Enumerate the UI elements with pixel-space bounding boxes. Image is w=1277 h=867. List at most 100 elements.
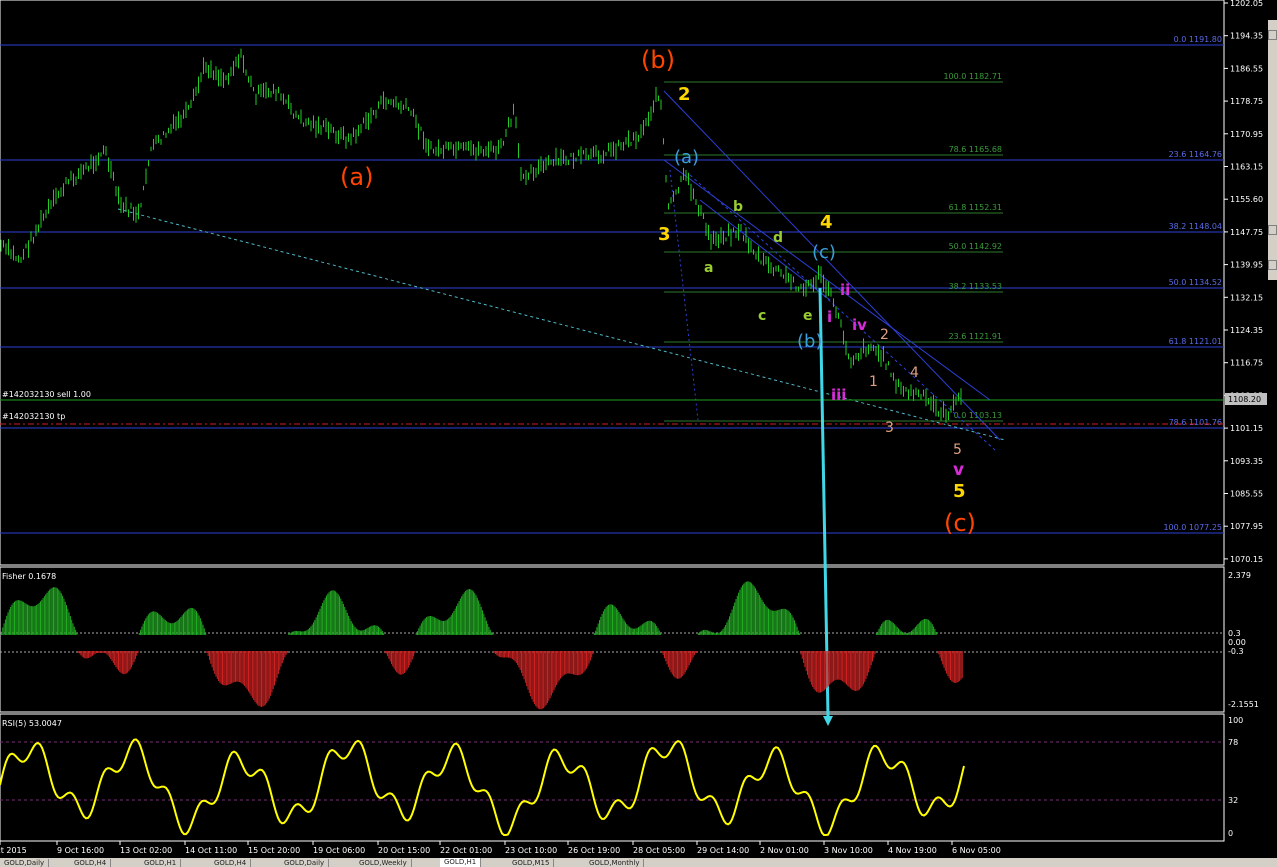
chart-tab-active[interactable]: GOLD,H1 [440, 858, 482, 867]
shift-button[interactable] [1268, 30, 1277, 40]
chart-tab[interactable]: GOLD,Monthly [585, 859, 645, 867]
fisher-bar [696, 651, 698, 653]
fisher-bar [51, 587, 53, 635]
fisher-bar [602, 611, 604, 635]
price-tick: 1139.95 [1230, 261, 1263, 270]
time-tick: 3 Nov 10:00 [824, 846, 873, 855]
fisher-bar [245, 651, 247, 688]
fisher-bar [296, 630, 298, 635]
fisher-bar [128, 651, 130, 672]
fisher-bar [454, 608, 456, 635]
fisher-bar [654, 624, 656, 635]
fisher-bar [77, 651, 79, 653]
fib-green-label: 61.8 1152.31 [949, 203, 1002, 212]
fisher-bar [71, 619, 73, 635]
fisher-bar [521, 651, 522, 673]
fisher-bar [15, 600, 17, 635]
fisher-bar [608, 604, 610, 635]
fisher-bar [788, 611, 790, 635]
fisher-bar [251, 651, 253, 698]
fisher-bar [160, 616, 162, 635]
fisher-bar [918, 622, 920, 635]
fisher-bar [849, 651, 851, 689]
fisher-bar [387, 651, 389, 657]
chart-tab[interactable]: GOLD,Weekly [355, 859, 412, 867]
shift-button[interactable] [1268, 225, 1277, 235]
wave-label-iii: iii [831, 386, 846, 404]
fisher-bar [899, 629, 901, 635]
fisher-bar [891, 621, 893, 635]
fisher-bar [153, 611, 155, 635]
fisher-bar [158, 613, 160, 635]
chart-tab[interactable]: GOLD,M15 [508, 859, 555, 867]
chart-tab[interactable]: GOLD,Daily [280, 859, 330, 867]
fisher-bar [860, 651, 862, 689]
fisher-bar [407, 651, 409, 668]
fisher-bar [258, 651, 260, 706]
fisher-bar [929, 620, 931, 635]
fisher-bar [287, 651, 288, 653]
fisher-bar [729, 616, 730, 635]
price-tick: 1124.35 [1230, 326, 1263, 335]
fisher-bar [799, 633, 801, 635]
fisher-bar [314, 620, 316, 635]
fisher-bar [946, 651, 948, 674]
time-tick: 13 Oct 02:00 [120, 846, 172, 855]
fisher-bar [350, 621, 352, 635]
fisher-bar [864, 651, 866, 682]
fisher-bar [59, 591, 61, 635]
wave-label-c-major: (c) [944, 509, 976, 537]
price-tick: 1085.55 [1230, 490, 1263, 499]
fisher-bar [748, 581, 750, 635]
fisher-bar [586, 651, 587, 669]
fisher-bar [838, 651, 840, 680]
fisher-bar [34, 605, 36, 635]
fisher-bar [726, 622, 728, 635]
chart-tab[interactable]: GOLD,H1 [140, 859, 182, 867]
fisher-bar [166, 621, 168, 635]
fisher-bar [830, 651, 832, 684]
fisher-bar [92, 651, 93, 656]
fisher-bar [716, 633, 717, 635]
fisher-bar [610, 604, 612, 635]
fisher-bar [456, 606, 457, 635]
fisher-bar [266, 651, 268, 704]
fisher-bar [383, 632, 385, 635]
fisher-bar [94, 651, 96, 654]
fisher-bar [545, 651, 547, 706]
fisher-bar [140, 629, 142, 635]
chart-tab[interactable]: GOLD,H4 [210, 859, 252, 867]
fisher-bar [782, 608, 784, 635]
fisher-bar [955, 651, 957, 683]
fisher-bar [752, 584, 754, 635]
fisher-bar [132, 651, 134, 665]
fisher-bar [757, 592, 759, 635]
shift-button[interactable] [1268, 260, 1277, 270]
fisher-bar [375, 625, 377, 635]
fisher-bar [62, 595, 64, 635]
time-tick: 28 Oct 05:00 [633, 846, 685, 855]
chart-tab[interactable]: GOLD,H4 [70, 859, 112, 867]
fisher-bar [465, 590, 467, 635]
fisher-bar [690, 651, 691, 663]
fisher-bar [852, 651, 854, 691]
fisher-bar [888, 620, 890, 635]
fisher-bar [614, 606, 616, 635]
fisher-bar [196, 611, 197, 635]
fisher-bar [599, 620, 600, 635]
fisher-bar [791, 615, 793, 635]
fisher-bar [504, 651, 506, 658]
fisher-bar [588, 651, 590, 664]
fisher-bar [428, 616, 430, 635]
fisher-bar [688, 651, 690, 666]
fisher-bar [511, 651, 513, 660]
fisher-bar [326, 595, 327, 635]
fisher-bar [207, 651, 209, 657]
fisher-bar [697, 633, 699, 635]
fisher-bar [337, 594, 339, 635]
fisher-bar [388, 651, 390, 659]
fisher-bar [662, 651, 664, 656]
fisher-bar [329, 591, 331, 635]
fisher-bar [289, 633, 291, 635]
chart-tab[interactable]: GOLD,Daily [0, 859, 50, 867]
